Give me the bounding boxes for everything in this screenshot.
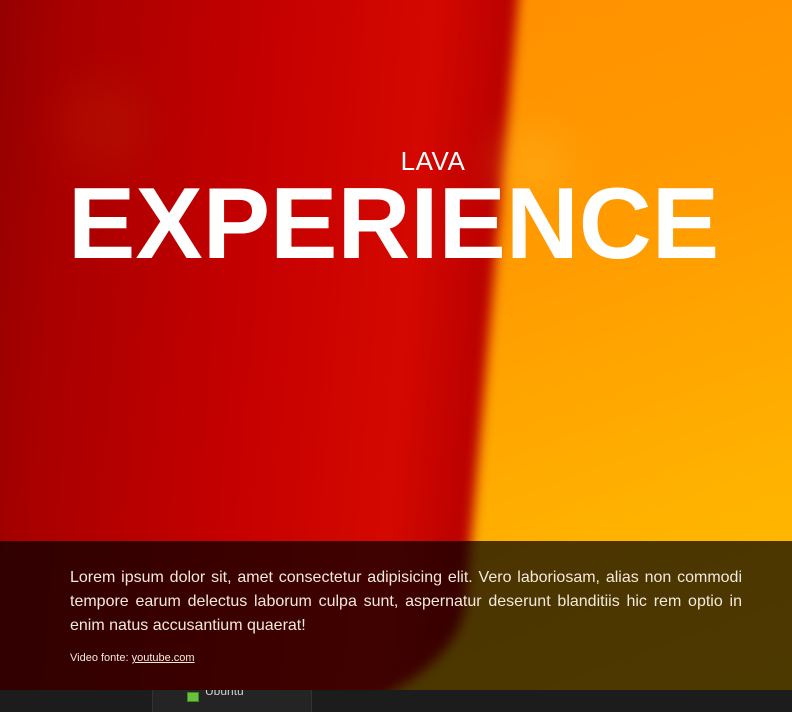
taskbar: Ubuntu — [0, 690, 792, 712]
vm-icon — [187, 692, 199, 702]
video-source-label: Video fonte: — [70, 652, 132, 664]
youtube-link[interactable]: youtube.com — [132, 652, 195, 664]
taskbar-item-label: Ubuntu — [205, 690, 244, 698]
caption-text: Lorem ipsum dolor sit, amet consectetur … — [70, 569, 742, 634]
caption-overlay: Lorem ipsum dolor sit, amet consectetur … — [0, 541, 792, 690]
taskbar-item-ubuntu[interactable]: Ubuntu — [152, 690, 312, 712]
hero-title: EXPERIENCE — [68, 168, 720, 280]
video-source: Video fonte: youtube.com — [70, 652, 742, 664]
